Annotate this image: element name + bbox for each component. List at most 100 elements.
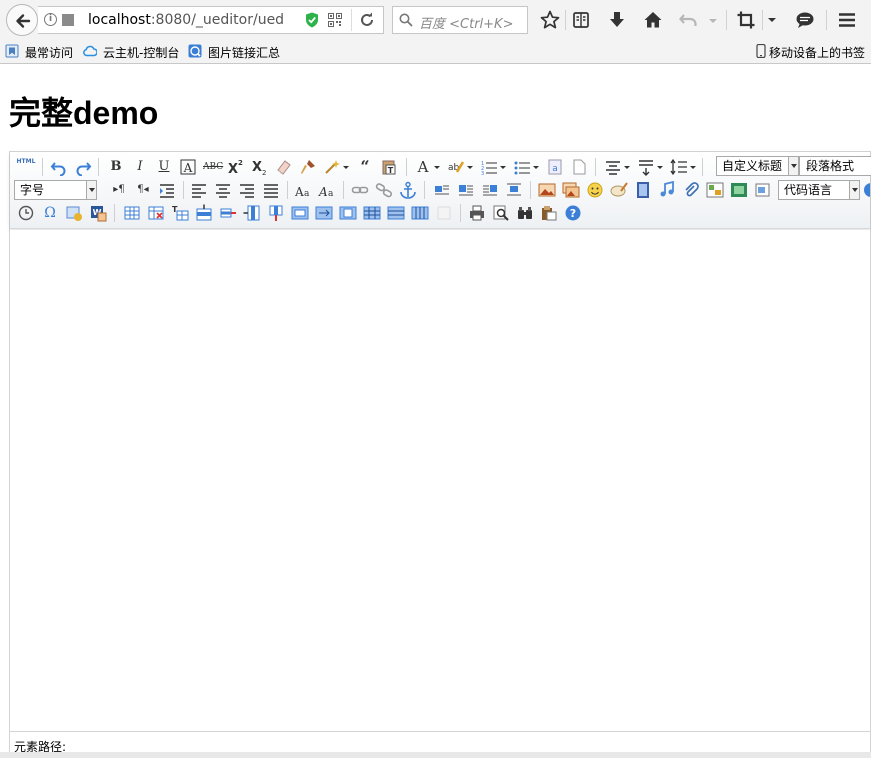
unordered-list-dropdown-icon[interactable] (532, 158, 540, 176)
align-left-icon[interactable] (190, 181, 208, 199)
delete-col-icon[interactable] (267, 204, 285, 222)
undo-close-dropdown-icon[interactable] (706, 9, 720, 31)
blockquote-icon[interactable]: “ (356, 158, 374, 176)
undo-close-icon[interactable] (678, 9, 700, 31)
split-cells-icon[interactable] (363, 204, 381, 222)
split-cols-icon[interactable] (411, 204, 429, 222)
image-none-icon[interactable] (433, 181, 451, 199)
highlight-color-icon[interactable]: ab (447, 158, 465, 176)
url-text[interactable]: localhost:8080/_ueditor/uedi (88, 12, 284, 30)
bookmark-star-icon[interactable] (539, 9, 561, 31)
merge-cells-icon[interactable] (291, 204, 309, 222)
drafts-icon[interactable] (540, 204, 558, 222)
italic-icon[interactable]: I (131, 158, 149, 176)
insert-paragraph-before-table-icon[interactable]: T (171, 204, 189, 222)
shield-icon[interactable] (305, 12, 319, 28)
print-icon[interactable] (468, 204, 486, 222)
ordered-list-icon[interactable]: 123 (480, 158, 498, 177)
uppercase-icon[interactable]: Aa (294, 181, 312, 199)
insert-date-icon[interactable] (65, 204, 83, 222)
clock-icon[interactable] (17, 204, 35, 222)
underline-icon[interactable]: U (155, 158, 173, 176)
preview-icon[interactable] (492, 204, 510, 222)
multi-image-icon[interactable] (562, 181, 580, 199)
link-icon[interactable] (351, 181, 369, 199)
reading-list-icon[interactable] (570, 9, 592, 31)
menu-hamburger-icon[interactable] (836, 9, 858, 31)
reload-icon[interactable] (358, 11, 376, 29)
gmap-icon[interactable] (730, 181, 748, 199)
insert-video-icon[interactable] (634, 181, 652, 199)
font-size-select[interactable]: 字号 (14, 180, 97, 200)
row-spacing-top-dropdown-icon[interactable] (623, 158, 631, 176)
special-chars-icon[interactable]: Ω (41, 204, 59, 222)
home-icon[interactable] (642, 9, 664, 31)
image-center-icon[interactable] (505, 181, 523, 199)
image-right-icon[interactable] (481, 181, 499, 199)
editor-content-area[interactable] (10, 230, 870, 730)
download-icon[interactable] (606, 9, 628, 31)
map-icon[interactable] (706, 181, 724, 199)
merge-right-icon[interactable] (315, 204, 333, 222)
attachment-icon[interactable] (682, 181, 700, 199)
lowercase-icon[interactable]: Aa (318, 181, 336, 199)
split-rows-icon[interactable] (387, 204, 405, 222)
row-spacing-top-icon[interactable] (604, 158, 622, 176)
ltr-direction-icon[interactable]: ▸¶ (110, 181, 128, 199)
template-icon[interactable] (862, 181, 870, 199)
crop-dropdown-icon[interactable] (765, 9, 779, 31)
align-justify-icon[interactable] (262, 181, 280, 199)
highlight-dropdown-icon[interactable] (466, 158, 474, 176)
chart-icon[interactable] (435, 204, 453, 222)
mobile-bookmarks[interactable]: 移动设备上的书签 (756, 43, 868, 61)
superscript-icon[interactable]: X2 (227, 158, 245, 177)
qr-code-icon[interactable] (328, 13, 342, 27)
music-icon[interactable] (658, 180, 676, 199)
select-all-icon[interactable]: a (546, 158, 564, 176)
screenshot-crop-icon[interactable] (735, 9, 757, 31)
delete-row-icon[interactable] (219, 204, 237, 222)
bold-icon[interactable]: B (107, 158, 125, 176)
font-color-dropdown-icon[interactable] (433, 158, 441, 176)
subscript-icon[interactable]: X2 (251, 158, 269, 177)
emoticon-icon[interactable] (586, 181, 604, 199)
eraser-icon[interactable] (275, 158, 293, 176)
auto-typeset-icon[interactable] (323, 158, 341, 176)
insert-frame-icon[interactable] (754, 181, 772, 199)
bookmark-image-links[interactable]: 图片链接汇总 (188, 43, 284, 61)
insert-table-icon[interactable] (123, 204, 141, 222)
site-info-icon[interactable]: i (44, 13, 57, 26)
search-bar[interactable]: 百度 <Ctrl+K> (392, 6, 528, 34)
merge-down-icon[interactable] (339, 204, 357, 222)
font-color-icon[interactable]: A (414, 158, 432, 176)
paragraph-format-select[interactable]: 段落格式 (799, 156, 871, 176)
anchor-icon[interactable] (399, 181, 417, 199)
ordered-list-dropdown-icon[interactable] (499, 158, 507, 176)
insert-image-icon[interactable] (538, 181, 556, 199)
insert-col-icon[interactable] (243, 204, 261, 222)
format-painter-icon[interactable] (299, 158, 317, 176)
line-height-dropdown-icon[interactable] (689, 158, 697, 176)
align-center-icon[interactable] (214, 181, 232, 199)
strikethrough-icon[interactable]: ABC (203, 158, 223, 176)
paste-plain-icon[interactable]: T (380, 158, 398, 176)
word-image-icon[interactable]: W (89, 204, 107, 222)
delete-table-icon[interactable] (147, 204, 165, 222)
auto-typeset-dropdown-icon[interactable] (342, 158, 350, 176)
rtl-direction-icon[interactable]: ¶◂ (134, 181, 152, 199)
help-icon[interactable]: ? (564, 204, 582, 222)
custom-heading-select[interactable]: 自定义标题 (716, 156, 799, 176)
row-spacing-bottom-icon[interactable] (637, 158, 655, 176)
html-source-button[interactable]: HTML (14, 158, 38, 176)
row-spacing-bottom-dropdown-icon[interactable] (656, 158, 664, 176)
redo-icon[interactable] (74, 158, 92, 177)
clear-doc-icon[interactable] (570, 158, 588, 176)
unlink-icon[interactable] (375, 181, 393, 199)
bookmark-most-visited[interactable]: 最常访问 (5, 43, 77, 61)
insert-row-icon[interactable] (195, 204, 213, 222)
image-left-icon[interactable] (457, 181, 475, 199)
url-bar[interactable]: i localhost:8080/_ueditor/uedi (38, 6, 384, 34)
align-right-icon[interactable] (238, 181, 256, 199)
scrawl-icon[interactable] (610, 181, 628, 199)
indent-icon[interactable] (158, 181, 176, 199)
